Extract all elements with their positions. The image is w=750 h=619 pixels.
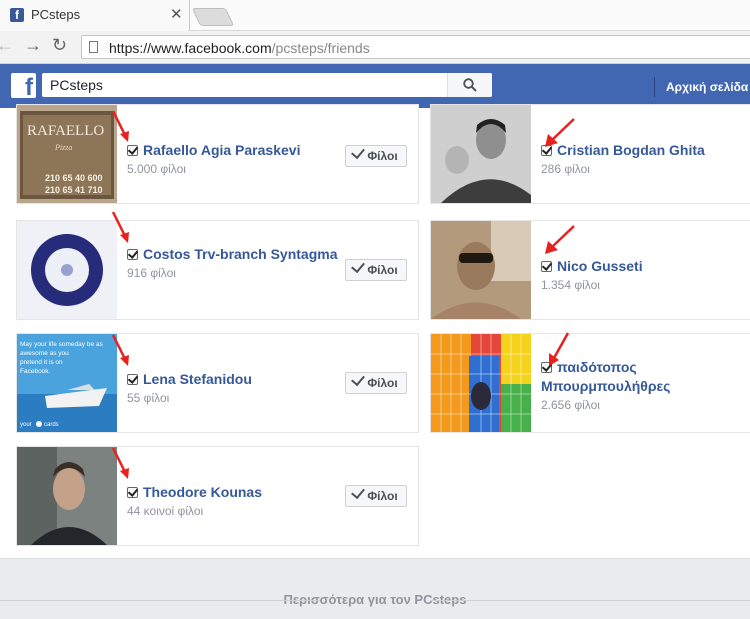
friend-info: Rafaello Agia Paraskevi 5.000 φίλοι: [127, 141, 342, 176]
friends-button-label: Φίλοι: [367, 489, 398, 503]
friend-name[interactable]: Lena Stefanidou: [143, 371, 252, 387]
friends-button-label: Φίλοι: [367, 263, 398, 277]
red-arrow-icon: [111, 110, 129, 142]
rafaello-phone-1: 210 65 40 600: [45, 173, 103, 183]
checkbox-icon[interactable]: [127, 487, 138, 498]
friend-name[interactable]: Theodore Kounas: [143, 484, 262, 500]
page-icon: [89, 41, 98, 53]
friend-name-line: Nico Gusseti: [541, 257, 750, 276]
friend-photo-cristian[interactable]: [431, 105, 531, 203]
search-icon: [463, 78, 477, 92]
friend-photo-theodore[interactable]: [17, 447, 117, 545]
lena-card-line-3: pretend it is on: [20, 359, 63, 366]
facebook-search-input[interactable]: [42, 73, 468, 97]
friend-count: 2.656 φίλοι: [541, 398, 600, 412]
friend-count: 5.000 φίλοι: [127, 162, 186, 176]
friend-photo-lena[interactable]: May your life someday be as awesome as y…: [17, 334, 117, 432]
tab-close-icon[interactable]: ✕: [170, 5, 183, 23]
friends-button[interactable]: Φίλοι: [345, 484, 407, 507]
friend-card-rafaello: RAFAELLO Pizza 210 65 40 600 210 65 41 7…: [16, 104, 419, 204]
red-arrow-icon: [545, 225, 575, 254]
friends-button-label: Φίλοι: [367, 149, 398, 163]
back-arrow-icon[interactable]: ←: [0, 35, 14, 56]
facebook-search-box: [42, 73, 492, 97]
lena-card-line-2: awesome as you: [20, 350, 69, 357]
friend-name[interactable]: Rafaello Agia Paraskevi: [143, 142, 300, 158]
checkbox-icon[interactable]: [127, 374, 138, 385]
friend-name-line: Rafaello Agia Paraskevi: [127, 141, 342, 160]
friend-photo-nico[interactable]: [431, 221, 531, 319]
browser-tab[interactable]: f PCsteps ✕: [0, 0, 190, 31]
address-bar[interactable]: https://www.facebook.com/pcsteps/friends: [81, 35, 750, 59]
friend-name-line: Lena Stefanidou: [127, 370, 342, 389]
facebook-favicon-icon: f: [10, 8, 24, 22]
browser-toolbar: ← → ↻ https://www.facebook.com/pcsteps/f…: [0, 31, 750, 64]
red-arrow-icon: [111, 334, 129, 366]
checkbox-icon[interactable]: [127, 249, 138, 260]
rafaello-sign-title: RAFAELLO: [27, 123, 104, 139]
facebook-logo-icon[interactable]: f: [11, 73, 36, 98]
friend-count: 44 κοινοί φίλοι: [127, 504, 204, 518]
friend-count: 1.354 φίλοι: [541, 278, 600, 292]
friend-info: Nico Gusseti 1.354 φίλοι: [541, 257, 750, 292]
friend-photo-rafaello[interactable]: RAFAELLO Pizza 210 65 40 600 210 65 41 7…: [17, 105, 117, 203]
friend-info: Theodore Kounas 44 κοινοί φίλοι: [127, 483, 342, 518]
red-arrow-icon: [111, 211, 129, 243]
rafaello-sign-subtitle: Pizza: [54, 143, 72, 152]
check-icon: [351, 144, 366, 160]
friend-name-line: Costos Trv-branch Syntagma: [127, 245, 342, 264]
friend-card-nico: Nico Gusseti 1.354 φίλοι: [430, 220, 750, 320]
check-icon: [351, 484, 366, 500]
reload-icon[interactable]: ↻: [52, 35, 67, 56]
friend-name[interactable]: Nico Gusseti: [557, 258, 643, 274]
check-icon: [351, 258, 366, 274]
friend-info: Lena Stefanidou 55 φίλοι: [127, 370, 342, 405]
forward-arrow-icon[interactable]: →: [24, 35, 42, 56]
red-arrow-icon: [549, 332, 570, 366]
home-link[interactable]: Αρχική σελίδα: [654, 77, 750, 97]
friends-button-label: Φίλοι: [367, 376, 398, 390]
friend-card-lena: May your life someday be as awesome as y…: [16, 333, 419, 433]
friend-photo-costos[interactable]: [17, 221, 117, 319]
url-path: /pcsteps/friends: [271, 40, 370, 56]
checkbox-icon[interactable]: [541, 261, 552, 272]
rafaello-phone-2: 210 65 41 710: [45, 185, 103, 195]
friend-info: Costos Trv-branch Syntagma 916 φίλοι: [127, 245, 342, 280]
lena-card-brand-1: your: [20, 422, 32, 428]
check-icon: [351, 371, 366, 387]
friend-card-cristian: Cristian Bogdan Ghita 286 φίλοι: [430, 104, 750, 204]
friends-button[interactable]: Φίλοι: [345, 258, 407, 281]
facebook-top-bar: f Αρχική σελίδα: [0, 64, 750, 109]
lena-card-line-1: May your life someday be as: [20, 341, 103, 348]
friend-card-costos: Costos Trv-branch Syntagma 916 φίλοι Φίλ…: [16, 220, 419, 320]
friend-count: 55 φίλοι: [127, 391, 170, 405]
search-button[interactable]: [447, 73, 492, 97]
friend-name-line: Theodore Kounas: [127, 483, 342, 502]
friends-button[interactable]: Φίλοι: [345, 144, 407, 167]
more-about-link[interactable]: Περισσότερα για τον PCsteps: [0, 592, 750, 607]
friends-button[interactable]: Φίλοι: [345, 371, 407, 394]
lena-card-brand-2: cards: [44, 422, 59, 428]
address-url: https://www.facebook.com/pcsteps/friends: [109, 40, 370, 56]
friend-count: 286 φίλοι: [541, 162, 590, 176]
tab-title: PCsteps: [31, 7, 81, 22]
friend-card-theodore: Theodore Kounas 44 κοινοί φίλοι Φίλοι: [16, 446, 419, 546]
friend-name[interactable]: Costos Trv-branch Syntagma: [143, 246, 338, 262]
url-host: https://www.facebook.com: [109, 40, 272, 56]
red-arrow-icon: [111, 447, 129, 479]
friends-list-panel: RAFAELLO Pizza 210 65 40 600 210 65 41 7…: [0, 104, 750, 559]
friend-card-playground: παιδότοπος Μπουρμπουλήθρες 2.656 φίλοι: [430, 333, 750, 433]
friend-count: 916 φίλοι: [127, 266, 176, 280]
red-arrow-icon: [545, 118, 575, 147]
new-tab-button[interactable]: [191, 8, 235, 26]
browser-tab-strip: f PCsteps ✕: [0, 0, 750, 31]
friend-photo-playground[interactable]: [431, 334, 531, 432]
lena-card-line-4: Facebook.: [20, 368, 51, 375]
